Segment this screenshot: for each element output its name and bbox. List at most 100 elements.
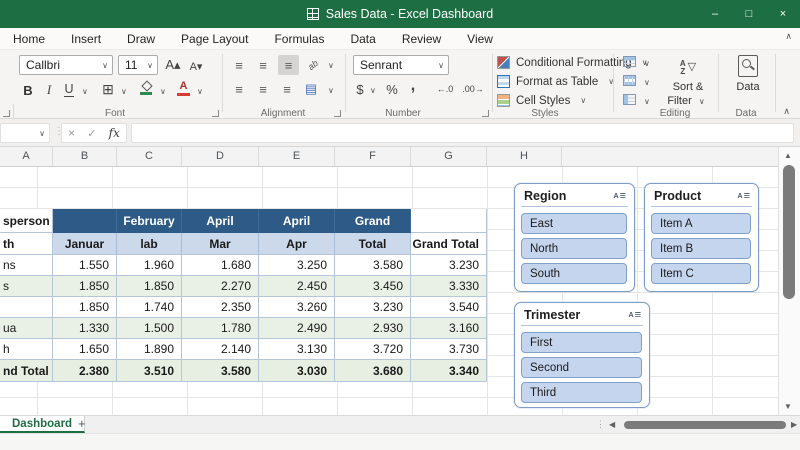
currency-format-icon[interactable]: $ [354,80,366,98]
increase-font-size-button[interactable]: A▴ [163,55,183,75]
pivot-cell[interactable]: 1.550 [53,255,117,276]
ribbon-tab-insert[interactable]: Insert [58,28,114,50]
ribbon-tab-formulas[interactable]: Formulas [261,28,337,50]
pivot-cell[interactable]: 3.130 [259,339,335,360]
pivot-cell[interactable]: 1.890 [117,339,182,360]
clear-dropdown-icon[interactable]: ∨ [640,97,654,106]
column-header-b[interactable]: B [53,147,117,166]
pivot-total-cell[interactable]: 2.380 [53,360,117,382]
orientation-icon[interactable]: ab [304,56,322,74]
decrease-decimal-icon[interactable]: .00→ [460,81,486,97]
sort-filter-button[interactable]: AZ ▽ Sort & Filter ∨ [662,55,714,109]
comma-format-icon[interactable]: , [408,77,418,95]
pivot-cell[interactable]: 1.650 [53,339,117,360]
slicer-button-north[interactable]: North [521,238,627,259]
slicer-button-third[interactable]: Third [521,382,642,403]
column-header-a[interactable]: A [0,147,53,166]
pivot-total-cell[interactable]: 3.030 [259,360,335,382]
clipboard-dialog-launcher-icon[interactable] [3,110,10,117]
fill-dropdown-icon[interactable]: ∨ [640,78,654,87]
column-header-h[interactable]: H [487,147,562,166]
pivot-cell[interactable]: 1.850 [53,276,117,297]
align-center-button[interactable]: ≡ [254,80,272,98]
pivot-cell[interactable]: 3.230 [335,297,411,318]
multi-select-icon[interactable]: A ≡ [629,309,641,321]
pivot-grand-total-header[interactable]: Grand Total [411,233,487,255]
pivot-corner-header[interactable]: sperson [0,209,53,233]
pivot-cell[interactable]: 3.230 [411,255,487,276]
minimize-button[interactable]: – [698,0,732,28]
alignment-dialog-launcher-icon[interactable] [334,110,341,117]
merge-dropdown-icon[interactable]: ∨ [324,86,338,95]
column-header-e[interactable]: E [259,147,335,166]
slicer-button-second[interactable]: Second [521,357,642,378]
clear-icon[interactable] [623,94,636,105]
font-color-dropdown-icon[interactable]: ∨ [193,87,207,96]
sheet-tab-dashboard[interactable]: Dashboard [0,416,86,433]
slicer-trimester[interactable]: Trimester A ≡ First Second Third [514,302,650,408]
pivot-column-group-blank[interactable] [53,209,117,233]
number-dialog-launcher-icon[interactable] [482,110,489,117]
pivot-cell[interactable]: 3.580 [335,255,411,276]
pivot-subheader-lab[interactable]: lab [117,233,182,255]
pivot-cell[interactable]: 3.330 [411,276,487,297]
pivot-row-label[interactable]: ua [0,318,53,339]
pivot-cell[interactable]: 2.350 [182,297,259,318]
pivot-row-label[interactable]: s [0,276,53,297]
pivot-cell[interactable]: 2.930 [335,318,411,339]
pivot-cell[interactable]: 2.490 [259,318,335,339]
merge-center-icon[interactable]: ▤ [302,80,320,98]
pivot-subheader-apr[interactable]: Apr [259,233,335,255]
pivot-column-group-february[interactable]: February [117,209,182,233]
pivot-cell[interactable]: 3.160 [411,318,487,339]
column-header-c[interactable]: C [117,147,182,166]
pivot-total-cell[interactable]: 3.340 [411,360,487,382]
pivot-cell[interactable]: 1.330 [53,318,117,339]
name-box[interactable]: ∨ [0,123,50,143]
underline-button[interactable]: U [62,81,76,99]
name-box-dropdown-icon[interactable]: ∨ [35,129,49,138]
data-types-button[interactable]: Data [727,55,769,93]
fill-icon-editing[interactable] [623,75,636,86]
format-as-table-button[interactable]: Format as Table ∨ [497,75,618,88]
pivot-row-label[interactable]: ns [0,255,53,276]
borders-dropdown-icon[interactable]: ∨ [117,87,131,96]
multi-select-icon[interactable]: A ≡ [614,190,626,202]
column-header-g[interactable]: G [411,147,487,166]
align-right-button[interactable]: ≡ [278,80,296,98]
add-sheet-button[interactable]: + [78,416,86,433]
pivot-cell[interactable]: 1.740 [117,297,182,318]
worksheet-grid[interactable]: sperson February April April Grand th Januar la… [0,167,778,415]
slicer-button-first[interactable]: First [521,332,642,353]
pivot-cell[interactable]: 3.730 [411,339,487,360]
enter-icon[interactable]: ✓ [87,127,96,140]
pivot-column-group-april[interactable]: April [259,209,335,233]
slicer-button-item-b[interactable]: Item B [651,238,751,259]
pivot-cell[interactable]: 1.960 [117,255,182,276]
font-color-icon[interactable]: A [177,80,190,96]
ribbon-tab-home[interactable]: Home [0,28,58,50]
column-header-d[interactable]: D [182,147,259,166]
ribbon-tab-view[interactable]: View [454,28,506,50]
bottom-align-button[interactable]: ≡ [278,55,299,75]
italic-button[interactable]: I [42,81,56,99]
pivot-cell[interactable]: 1.850 [53,297,117,318]
percent-format-icon[interactable]: % [384,80,400,98]
scroll-left-icon[interactable]: ◀ [609,420,615,429]
decrease-font-size-button[interactable]: A▾ [186,56,206,76]
pivot-total-cell[interactable]: 3.510 [117,360,182,382]
autosum-dropdown-icon[interactable]: ∨ [640,59,654,68]
slicer-button-east[interactable]: East [521,213,627,234]
ribbon-tab-data[interactable]: Data [337,28,388,50]
pivot-row-label[interactable]: h [0,339,53,360]
cell-styles-button[interactable]: Cell Styles ∨ [497,94,590,107]
ribbon-tab-review[interactable]: Review [389,28,454,50]
pivot-cell[interactable]: 1.850 [117,276,182,297]
pivot-cell[interactable]: 1.500 [117,318,182,339]
pivot-cell[interactable]: 2.270 [182,276,259,297]
orientation-dropdown-icon[interactable]: ∨ [324,61,338,70]
insert-function-icon[interactable]: fx [109,126,120,140]
pivot-column-group-april[interactable]: April [182,209,259,233]
autosum-icon[interactable] [623,56,636,67]
underline-dropdown-icon[interactable]: ∨ [78,87,92,96]
